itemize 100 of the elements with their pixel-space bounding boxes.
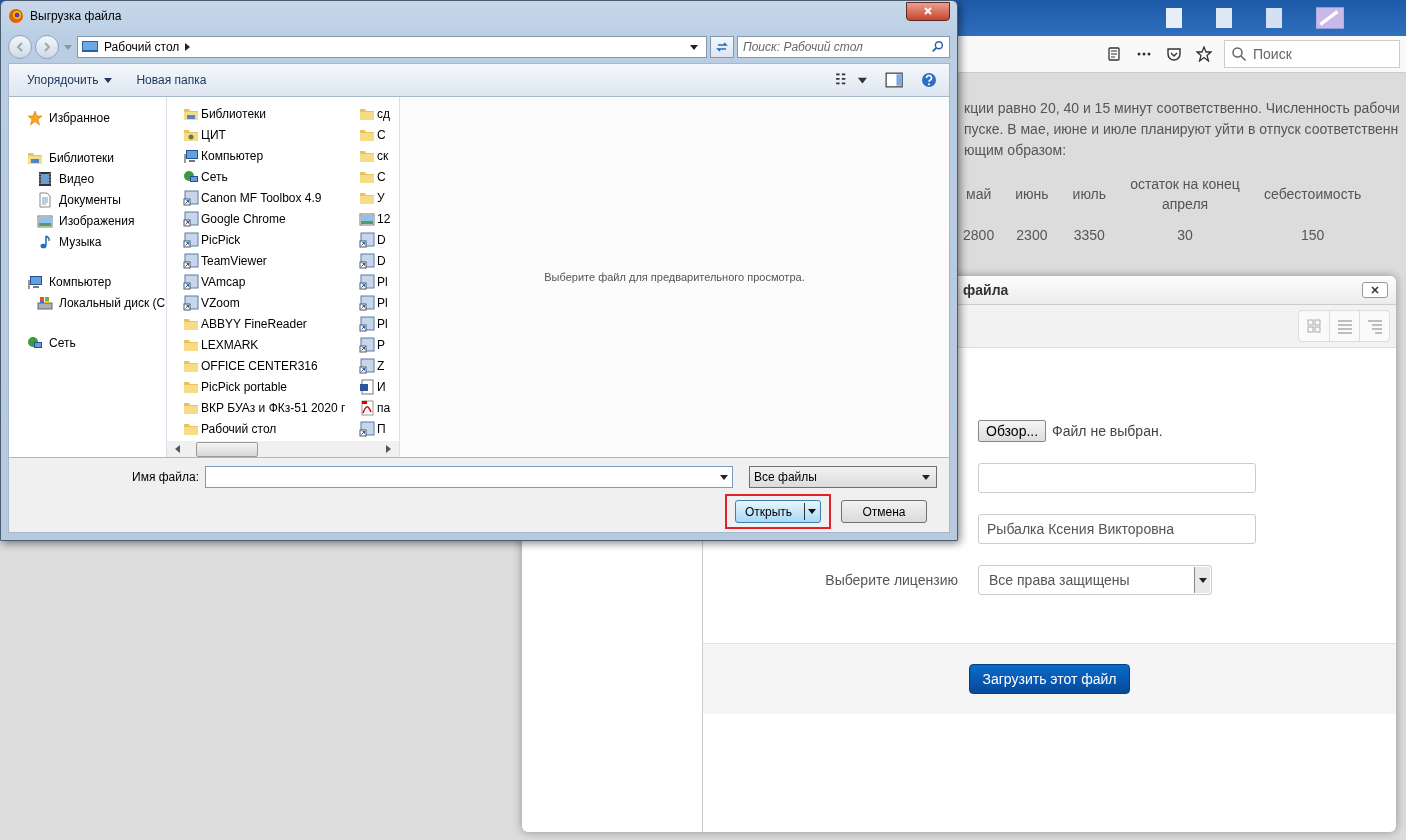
search-field[interactable]: Поиск: Рабочий стол (737, 36, 950, 58)
table-header: себестоимость (1263, 185, 1363, 204)
shortcut-icon (183, 189, 199, 206)
caret-icon (922, 474, 930, 480)
caret-icon (1198, 577, 1207, 583)
search-icon (931, 40, 945, 54)
text-field[interactable]: Рыбалка Ксения Викторовна (978, 514, 1256, 544)
file-item[interactable]: Компьютер (183, 145, 359, 166)
upload-button[interactable]: Загрузить этот файл (968, 664, 1131, 694)
shortcut-icon (359, 294, 375, 311)
file-item[interactable]: ABBYY FineReader (183, 313, 359, 334)
file-item[interactable]: С (359, 124, 415, 145)
file-item[interactable]: сд (359, 103, 415, 124)
new-folder-button[interactable]: Новая папка (126, 69, 217, 91)
shortcut-icon (183, 273, 199, 290)
nav-item[interactable]: Компьютер (27, 271, 166, 292)
horizontal-scrollbar[interactable] (167, 441, 399, 457)
file-item[interactable]: VAmcap (183, 271, 359, 292)
file-item[interactable]: LEXMARK (183, 334, 359, 355)
table-header: май (965, 185, 993, 204)
task-text-line: пуске. В мае, июне и июле планируют уйти в отпуск соответственн (964, 120, 1400, 139)
browser-logo-icon (8, 8, 24, 24)
filename-field[interactable] (205, 466, 733, 488)
document-icon[interactable] (1264, 5, 1284, 31)
file-item[interactable]: У (359, 187, 415, 208)
file-item[interactable]: 12 (359, 208, 415, 229)
file-item[interactable]: Z (359, 355, 415, 376)
cancel-button[interactable]: Отмена (841, 500, 927, 523)
file-item[interactable]: Canon MF Toolbox 4.9 (183, 187, 359, 208)
file-item[interactable]: Pl (359, 313, 415, 334)
file-item[interactable]: Google Chrome (183, 208, 359, 229)
film-icon (37, 170, 53, 187)
right-arrow-icon (386, 445, 391, 453)
preview-pane-icon[interactable] (884, 72, 903, 88)
nav-item[interactable]: Избранное (27, 107, 166, 128)
tree-list-icon (1366, 318, 1383, 334)
document-icon[interactable] (1214, 5, 1234, 31)
table-header: остаток на конец апреля (1129, 175, 1241, 214)
file-item[interactable]: С (359, 166, 415, 187)
file-item[interactable]: VZoom (183, 292, 359, 313)
monitor-icon (82, 41, 98, 53)
field-label: Выберите лицензию (824, 572, 958, 588)
pocket-icon[interactable] (1166, 46, 1182, 62)
document-icon[interactable] (1164, 5, 1184, 31)
nav-item[interactable]: Локальный диск (С (27, 292, 166, 313)
nav-item[interactable]: Сеть (27, 332, 166, 353)
document-icon (359, 378, 375, 395)
file-item[interactable]: Библиотеки (183, 103, 359, 124)
file-item[interactable]: Pl (359, 271, 415, 292)
nav-item[interactable]: Музыка (27, 231, 166, 252)
open-button[interactable]: Открыть (735, 500, 821, 523)
file-type-select[interactable]: Все файлы (749, 466, 937, 488)
close-button[interactable] (906, 1, 950, 21)
file-item[interactable]: D (359, 250, 415, 271)
text-field[interactable] (978, 463, 1256, 493)
list-icon (1336, 318, 1353, 334)
file-item[interactable]: ск (359, 145, 415, 166)
file-item[interactable]: PicPick portable (183, 376, 359, 397)
file-item[interactable]: P (359, 334, 415, 355)
nav-item[interactable]: Документы (27, 189, 166, 210)
table-cell-text: 30 (1176, 226, 1194, 245)
file-item[interactable]: па (359, 397, 415, 418)
disk-drive-icon (37, 294, 53, 311)
nav-item[interactable]: Изображения (27, 210, 166, 231)
star-icon[interactable] (1196, 46, 1212, 62)
close-icon (923, 6, 933, 16)
file-item[interactable]: П (359, 418, 415, 439)
caret-icon[interactable] (720, 475, 728, 480)
table-cell-text: 2300 (1015, 226, 1049, 245)
file-item[interactable]: PicPick (183, 229, 359, 250)
left-arrow-icon (175, 445, 180, 453)
file-item[interactable]: ЦИТ (183, 124, 359, 145)
file-item[interactable]: Рабочий стол (183, 418, 359, 439)
picture-icon (359, 210, 375, 227)
file-item[interactable]: Pl (359, 292, 415, 313)
reader-view-icon[interactable] (1106, 46, 1122, 62)
browse-button[interactable]: Обзор... (978, 420, 1047, 442)
file-item[interactable]: Сеть (183, 166, 359, 187)
refresh-button[interactable] (710, 36, 734, 58)
organize-menu[interactable]: Упорядочить (17, 69, 123, 91)
shortcut-icon (183, 231, 199, 248)
shortcut-icon (183, 252, 199, 269)
file-item[interactable]: OFFICE CENTER316 (183, 355, 359, 376)
picture-icon[interactable] (1314, 5, 1346, 31)
preview-hint: Выберите файл для предварительного просмотра. (544, 271, 805, 283)
help-icon[interactable] (921, 72, 937, 88)
nav-item[interactable]: Библиотеки (27, 147, 166, 168)
shortcut-icon (359, 357, 375, 374)
file-item[interactable]: И (359, 376, 415, 397)
shortcut-icon (359, 273, 375, 290)
file-item[interactable]: ВКР БУАз и ФКз-51 2020 г (183, 397, 359, 418)
file-item[interactable]: TeamViewer (183, 250, 359, 271)
breadcrumb-arrow-icon (185, 43, 191, 51)
file-item[interactable]: D (359, 229, 415, 250)
address-bar[interactable]: Рабочий стол (77, 36, 707, 58)
search-field[interactable]: Поиск (1224, 40, 1400, 68)
nav-item[interactable]: Видео (27, 168, 166, 189)
close-button[interactable] (1362, 282, 1388, 298)
license-select[interactable]: Все права защищены (978, 565, 1212, 595)
file-status-text: Файл не выбран. (1052, 423, 1163, 439)
